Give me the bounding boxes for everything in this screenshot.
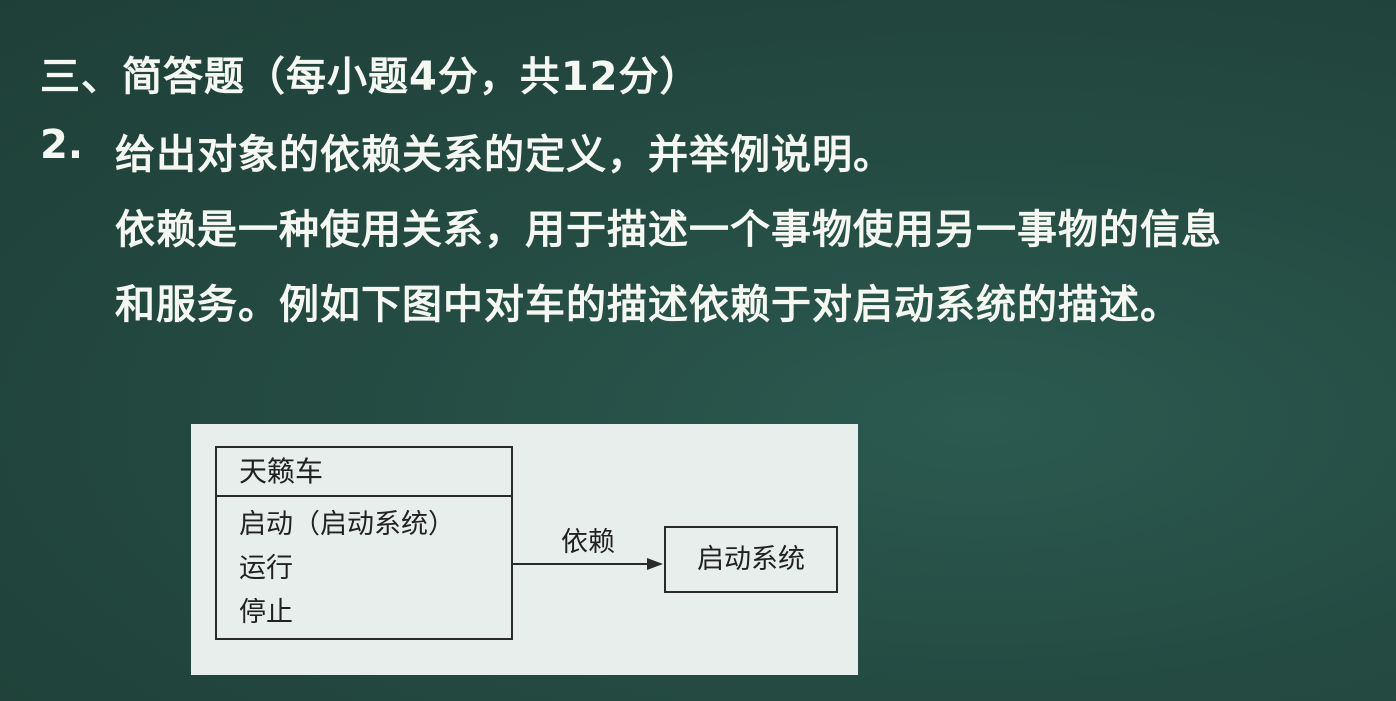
question-number: 2. [40, 122, 84, 168]
operation-start: 启动（启动系统） [239, 509, 455, 540]
operation-run: 运行 [239, 553, 293, 584]
dependency-label: 依赖 [561, 527, 615, 558]
class-box-car: 天籁车 启动（启动系统） 运行 停止 [215, 446, 513, 640]
class-operations: 启动（启动系统） 运行 停止 [217, 497, 511, 635]
answer-line-2: 和服务。例如下图中对车的描述依赖于对启动系统的描述。 [115, 282, 1181, 328]
question-text: 给出对象的依赖关系的定义，并举例说明。 [115, 132, 894, 178]
class-box-start-system: 启动系统 [664, 526, 838, 593]
class-name: 天籁车 [217, 448, 511, 497]
operation-stop: 停止 [239, 597, 293, 628]
section-heading: 三、简答题（每小题4分，共12分） [40, 54, 701, 100]
dependency-diagram: 天籁车 启动（启动系统） 运行 停止 依赖 启动系统 [191, 424, 858, 675]
answer-line-1: 依赖是一种使用关系，用于描述一个事物使用另一事物的信息 [115, 207, 1222, 253]
